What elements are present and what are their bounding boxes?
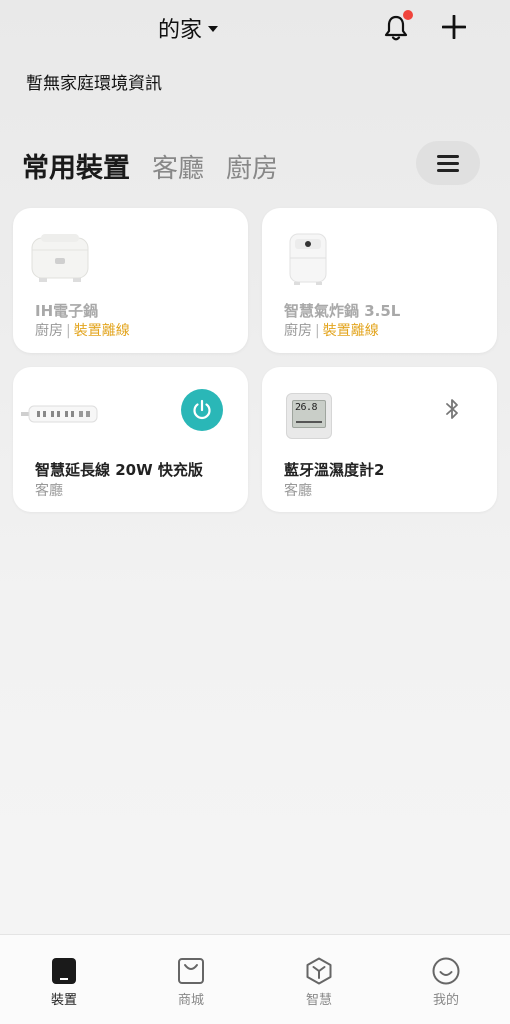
environment-info: 暫無家庭環境資訊 bbox=[26, 74, 162, 94]
shop-bag-icon bbox=[178, 958, 204, 984]
device-meta: 廚房 | 裝置離線 bbox=[35, 320, 130, 340]
device-name: 藍牙溫濕度計2 bbox=[284, 461, 385, 479]
device-status: 裝置離線 bbox=[322, 323, 379, 339]
device-card-rice-cooker[interactable]: IH電子鍋 廚房 | 裝置離線 bbox=[13, 208, 248, 353]
bluetooth-icon bbox=[446, 399, 458, 419]
device-icon bbox=[52, 958, 76, 984]
thermometer-icon: 26.8 bbox=[286, 393, 332, 439]
room-tabs: 常用裝置 客廳 廚房 bbox=[22, 146, 278, 185]
room-menu-button[interactable] bbox=[416, 141, 480, 185]
add-icon[interactable] bbox=[442, 15, 466, 39]
smiley-profile-icon bbox=[432, 957, 460, 985]
device-card-air-fryer[interactable]: 智慧氣炸鍋 3.5L 廚房 | 裝置離線 bbox=[262, 208, 497, 353]
bottom-navigation: 裝置 商城 智慧 我的 bbox=[0, 934, 510, 1024]
device-room: 客廳 bbox=[284, 483, 312, 499]
device-name: 智慧氣炸鍋 3.5L bbox=[284, 302, 401, 320]
home-selector[interactable]: 的家 bbox=[158, 12, 219, 44]
device-name: 智慧延長線 20W 快充版 bbox=[35, 461, 203, 479]
nav-smart[interactable]: 智慧 bbox=[279, 957, 359, 1008]
notification-dot bbox=[403, 10, 413, 20]
nav-label: 商城 bbox=[177, 993, 204, 1008]
nav-label: 裝置 bbox=[50, 993, 77, 1008]
nav-devices[interactable]: 裝置 bbox=[24, 957, 104, 1008]
smart-cube-icon bbox=[306, 957, 332, 985]
nav-label: 我的 bbox=[432, 993, 459, 1008]
thermometer-reading: 26.8 bbox=[295, 402, 318, 413]
separator: | bbox=[315, 323, 320, 339]
menu-icon bbox=[437, 153, 459, 174]
rice-cooker-icon bbox=[31, 234, 89, 282]
top-bar: 的家 bbox=[0, 0, 510, 56]
tab-kitchen[interactable]: 廚房 bbox=[226, 148, 278, 185]
home-name: 的家 bbox=[158, 18, 203, 43]
device-room: 廚房 bbox=[284, 323, 312, 339]
power-icon bbox=[193, 399, 211, 420]
device-card-power-strip[interactable]: 智慧延長線 20W 快充版 客廳 bbox=[13, 367, 248, 512]
device-meta: 廚房 | 裝置離線 bbox=[284, 320, 379, 340]
power-strip-icon bbox=[21, 405, 98, 423]
caret-down-icon bbox=[208, 26, 219, 32]
separator: | bbox=[66, 323, 71, 339]
device-room: 廚房 bbox=[35, 323, 63, 339]
nav-shop[interactable]: 商城 bbox=[151, 957, 231, 1008]
air-fryer-icon bbox=[289, 233, 327, 285]
device-room: 客廳 bbox=[35, 483, 63, 499]
device-card-thermometer[interactable]: 26.8 藍牙溫濕度計2 客廳 bbox=[262, 367, 497, 512]
device-status: 裝置離線 bbox=[73, 323, 130, 339]
device-name: IH電子鍋 bbox=[35, 302, 99, 320]
nav-label: 智慧 bbox=[305, 993, 332, 1008]
tab-favorites[interactable]: 常用裝置 bbox=[22, 146, 130, 185]
power-toggle-button[interactable] bbox=[181, 389, 223, 431]
nav-profile[interactable]: 我的 bbox=[406, 957, 486, 1008]
tab-living-room[interactable]: 客廳 bbox=[152, 148, 204, 185]
